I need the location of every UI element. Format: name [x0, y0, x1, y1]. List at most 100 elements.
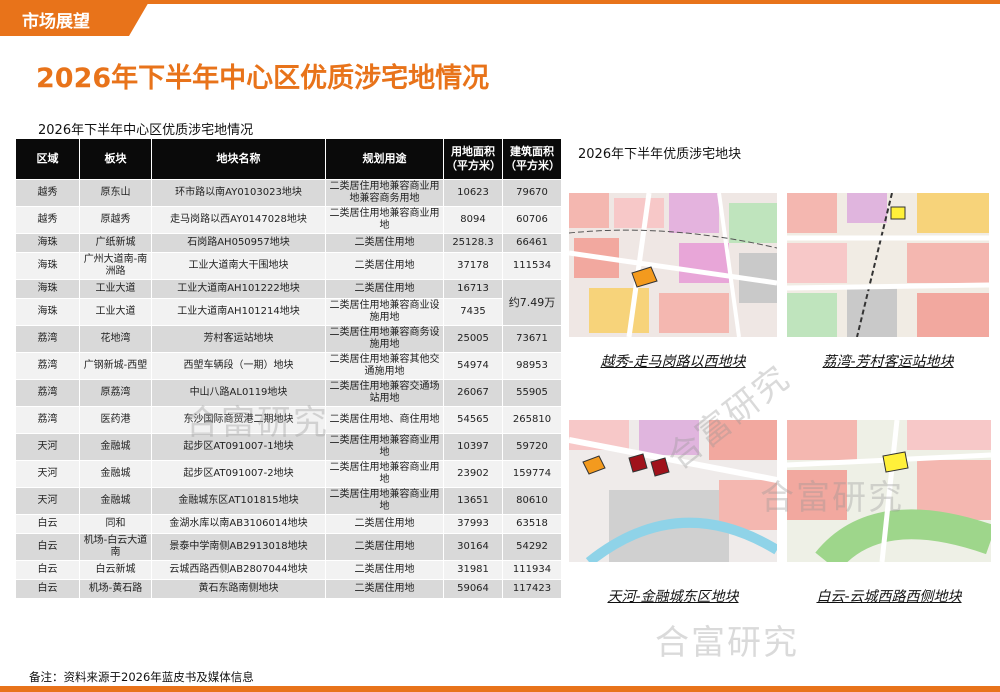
cell-sector: 工业大道 — [79, 279, 152, 299]
table-row: 荔湾 花地湾 芳村客运站地块 二类居住用地兼容商务设施用地 25005 73671 — [15, 325, 562, 353]
cell-plot: 起步区AT091007-1地块 — [151, 433, 326, 461]
cell-plot: 景泰中学南侧AB2913018地块 — [151, 533, 326, 561]
cell-sector: 原越秀 — [79, 206, 152, 234]
cell-sector: 广州大道南-南洲路 — [79, 252, 152, 280]
cell-sector: 广钢新城-西塱 — [79, 352, 152, 380]
cell-land-area: 13651 — [443, 487, 503, 515]
cell-usage: 二类居住用地兼容商业用地兼容商务用地 — [325, 179, 444, 207]
table-row: 白云 白云新城 云城西路西侧AB2807044地块 二类居住用地 31981 111934 — [15, 560, 562, 580]
col-header-district: 区域 — [15, 138, 80, 180]
map-caption-baiyun: 白云-云城西路西侧地块 — [816, 589, 962, 605]
cell-land-area: 10397 — [443, 433, 503, 461]
cell-land-area: 8094 — [443, 206, 503, 234]
cell-gfa: 159774 — [502, 460, 562, 488]
map-baiyun — [787, 420, 991, 562]
cell-plot: 工业大道南大干围地块 — [151, 252, 326, 280]
cell-usage: 二类居住用地、商住用地 — [325, 406, 444, 434]
footnote: 备注：资料来源于2026年蓝皮书及媒体信息 — [29, 670, 254, 684]
cell-sector: 金融城 — [79, 460, 152, 488]
cell-usage: 二类居住用地 — [325, 579, 444, 599]
cell-sector: 白云新城 — [79, 560, 152, 580]
table-row: 海珠 广纸新城 石岗路AH050957地块 二类居住用地 25128.3 66461 — [15, 233, 562, 253]
cell-district: 海珠 — [15, 233, 80, 253]
cell-sector: 花地湾 — [79, 325, 152, 353]
cell-plot: 东沙国际商贸港二期地块 — [151, 406, 326, 434]
table-row: 天河 金融城 起步区AT091007-2地块 二类居住用地兼容商业用地 23902 159… — [15, 460, 562, 488]
cell-land-area: 37993 — [443, 514, 503, 534]
cell-sector: 工业大道 — [79, 298, 152, 326]
section-label: 市场展望 — [22, 12, 90, 32]
cell-sector: 同和 — [79, 514, 152, 534]
cell-gfa: 63518 — [502, 514, 562, 534]
cell-sector: 医药港 — [79, 406, 152, 434]
cell-land-area: 25128.3 — [443, 233, 503, 253]
cell-gfa: 约7.49万 — [502, 279, 562, 326]
cell-gfa: 111534 — [502, 252, 562, 280]
top-accent-bar — [0, 0, 1000, 4]
cell-land-area: 25005 — [443, 325, 503, 353]
table-row: 海珠 工业大道 工业大道南AH101222地块 二类居住用地 16713 约7.49万 — [15, 279, 562, 326]
cell-usage: 二类居住用地兼容商务设施用地 — [325, 325, 444, 353]
col-header-usage: 规划用途 — [325, 138, 444, 180]
cell-land-area: 26067 — [443, 379, 503, 407]
cell-district: 荔湾 — [15, 352, 80, 380]
cell-land-area: 54974 — [443, 352, 503, 380]
cell-gfa: 66461 — [502, 233, 562, 253]
cell-sector: 机场-白云大道南 — [79, 533, 152, 561]
cell-plot: 云城西路西侧AB2807044地块 — [151, 560, 326, 580]
section-tab: 市场展望 — [0, 0, 150, 36]
table-row: 天河 金融城 金融城东区AT101815地块 二类居住用地兼容商业用地 13651 806… — [15, 487, 562, 515]
table-caption: 2026年下半年中心区优质涉宅地情况 — [38, 123, 254, 138]
cell-usage: 二类居住用地 — [325, 533, 444, 561]
table-row: 天河 金融城 起步区AT091007-1地块 二类居住用地兼容商业用地 10397 597… — [15, 433, 562, 461]
cell-land-area: 30164 — [443, 533, 503, 561]
cell-land-area: 16713 — [443, 279, 503, 299]
table-row: 越秀 原东山 环市路以南AY0103023地块 二类居住用地兼容商业用地兼容商务用地 1… — [15, 179, 562, 207]
cell-usage: 二类居住用地兼容商业用地 — [325, 460, 444, 488]
watermark: 合富研究 — [655, 623, 799, 663]
col-header-gfa: 建筑面积 （平方米） — [502, 138, 562, 180]
col-header-sector: 板块 — [79, 138, 152, 180]
cell-gfa: 54292 — [502, 533, 562, 561]
cell-district: 天河 — [15, 460, 80, 488]
cell-plot: 西塱车辆段（一期）地块 — [151, 352, 326, 380]
cell-land-area: 10623 — [443, 179, 503, 207]
table-row: 荔湾 广钢新城-西塱 西塱车辆段（一期）地块 二类居住用地兼容其他交通施用地 54974… — [15, 352, 562, 380]
cell-land-area: 7435 — [443, 298, 503, 326]
cell-plot: 起步区AT091007-2地块 — [151, 460, 326, 488]
cell-land-area: 23902 — [443, 460, 503, 488]
cell-usage: 二类居住用地兼容商业用地 — [325, 487, 444, 515]
map-yuexiu — [569, 193, 777, 337]
cell-plot: 黄石东路南侧地块 — [151, 579, 326, 599]
cell-gfa: 59720 — [502, 433, 562, 461]
map-tianhe — [569, 420, 777, 562]
cell-usage: 二类居住用地兼容交通场站用地 — [325, 379, 444, 407]
map-caption-yuexiu: 越秀-走马岗路以西地块 — [600, 354, 746, 370]
cell-plot: 走马岗路以西AY0147028地块 — [151, 206, 326, 234]
cell-gfa: 117423 — [502, 579, 562, 599]
table-row: 海珠 广州大道南-南洲路 工业大道南大干围地块 二类居住用地 37178 111534 — [15, 252, 562, 280]
page-title: 2026年下半年中心区优质涉宅地情况 — [36, 63, 490, 94]
cell-usage: 二类居住用地兼容商业设施用地 — [325, 298, 444, 326]
cell-usage: 二类居住用地 — [325, 514, 444, 534]
cell-usage: 二类居住用地兼容商业用地 — [325, 433, 444, 461]
cell-plot: 环市路以南AY0103023地块 — [151, 179, 326, 207]
map-section-title: 2026年下半年优质涉宅地块 — [578, 147, 742, 162]
cell-gfa: 79670 — [502, 179, 562, 207]
cell-gfa: 80610 — [502, 487, 562, 515]
cell-plot: 中山八路AL0119地块 — [151, 379, 326, 407]
land-table: 区域 板块 地块名称 规划用途 用地面积 （平方米） 建筑面积 （平方米） 越秀… — [15, 138, 562, 599]
cell-district: 天河 — [15, 433, 80, 461]
cell-gfa: 111934 — [502, 560, 562, 580]
cell-plot: 金湖水库以南AB3106014地块 — [151, 514, 326, 534]
map-caption-tianhe: 天河-金融城东区地块 — [607, 589, 739, 605]
cell-district: 荔湾 — [15, 325, 80, 353]
cell-sector: 金融城 — [79, 433, 152, 461]
cell-usage: 二类居住用地 — [325, 279, 444, 299]
cell-district: 白云 — [15, 514, 80, 534]
cell-land-area: 59064 — [443, 579, 503, 599]
cell-plot: 工业大道南AH101222地块 — [151, 279, 326, 299]
cell-gfa: 60706 — [502, 206, 562, 234]
table-row: 海珠 工业大道 工业大道南AH101214地块 二类居住用地兼容商业设施用地 7435 — [15, 298, 562, 326]
cell-gfa: 265810 — [502, 406, 562, 434]
